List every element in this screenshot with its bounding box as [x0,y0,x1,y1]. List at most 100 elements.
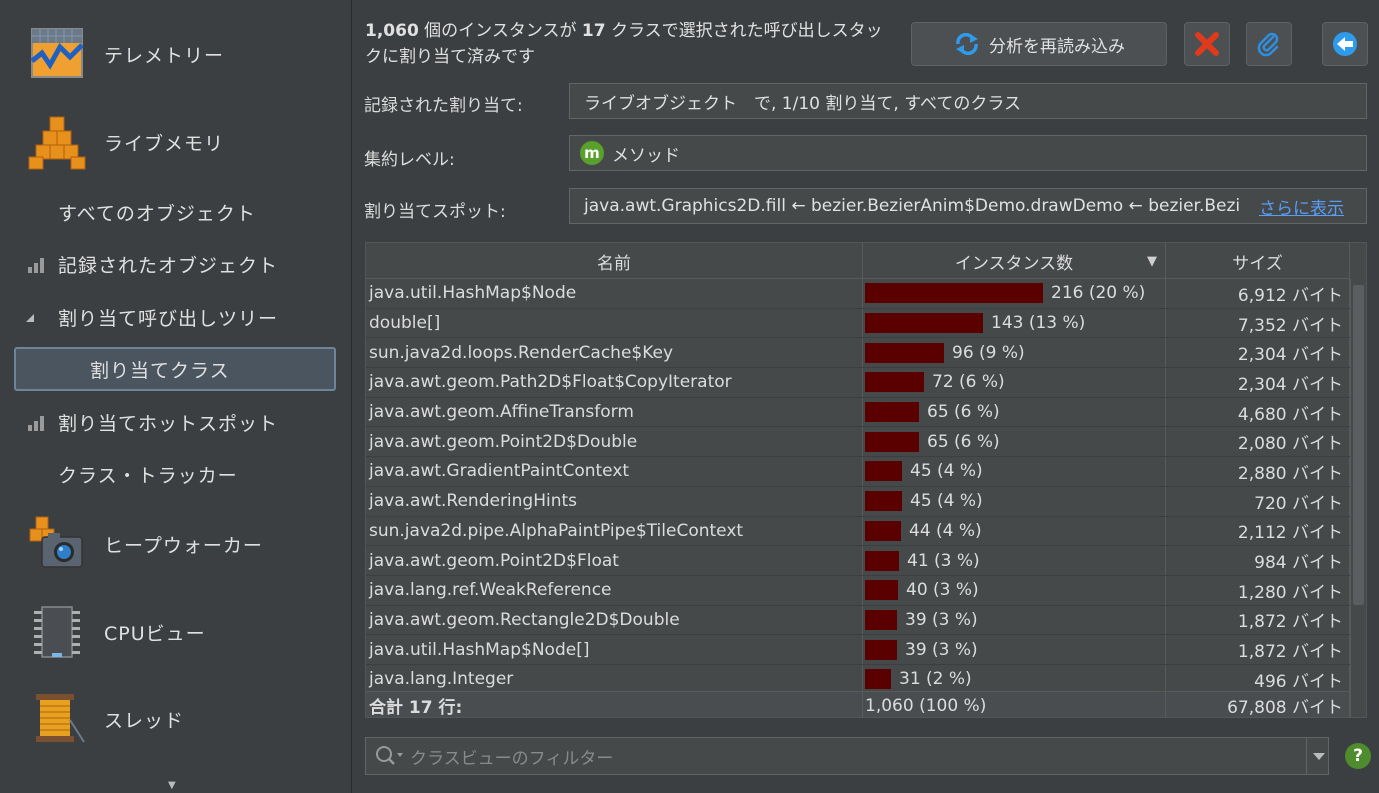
instance-count-bar [865,342,944,363]
back-button[interactable] [1322,22,1368,66]
sidebar-item-heap-walker[interactable]: ヒープウォーカー [0,508,352,580]
table-row[interactable]: java.awt.geom.Path2D$Float$CopyIterator 7… [366,368,1350,398]
recording-bars-icon [28,416,44,431]
instance-count-cell: 143 (13 %) [863,308,1166,338]
table-row[interactable]: java.util.HashMap$Node 216 (20 %) 6,912 バイ… [366,279,1350,309]
vertical-scrollbar[interactable] [1350,279,1366,717]
reload-analysis-button[interactable]: 分析を再読み込み [911,22,1167,66]
sidebar-item-label: 割り当てクラス [90,359,230,382]
sidebar-item-label: クラス・トラッカー [58,464,238,487]
column-header-name[interactable]: 名前 [366,243,863,279]
instance-count-label: 45 (4 %) [910,461,983,482]
class-name-cell: java.awt.geom.AffineTransform [366,397,863,427]
sidebar-item-alloc-hotspots[interactable]: 割り当てホットスポット [0,402,352,442]
chevron-down-icon [1312,753,1325,760]
class-name-cell: java.util.HashMap$Node [366,279,863,308]
sidebar-item-all-objects[interactable]: すべてのオブジェクト [0,192,352,232]
delete-button[interactable] [1184,22,1230,66]
filter-input[interactable]: クラスビューのフィルター [410,744,613,769]
instance-count-label: 65 (6 %) [927,431,1000,452]
instance-count-bar [865,580,898,601]
instance-count-cell: 65 (6 %) [863,427,1166,457]
sidebar-item-alloc-classes[interactable]: 割り当てクラス [14,347,336,391]
instance-count: 1,060 [365,21,419,41]
instance-count-bar [865,431,919,452]
sidebar-item-class-tracker[interactable]: クラス・トラッカー [0,454,352,494]
instance-count-cell: 45 (4 %) [863,457,1166,486]
page-title: 1,060 個のインスタンスが 17 クラスで選択された呼び出しスタックに割り当… [365,18,895,70]
sort-desc-icon: ▼ [1147,253,1157,269]
sidebar-item-label: 記録されたオブジェクト [58,254,279,277]
table-row[interactable]: java.awt.geom.Point2D$Float 41 (3 %) 984 バ… [366,546,1350,576]
table-row[interactable]: java.awt.GradientPaintContext 45 (4 %) 2,8… [366,457,1350,487]
size-cell: 2,880 バイト [1166,457,1350,486]
reload-label: 分析を再読み込み [989,36,1125,57]
sidebar-item-threads[interactable]: スレッド [0,683,352,755]
table-row[interactable]: java.lang.Integer 31 (2 %) 496 バイト [366,664,1350,691]
instance-count-cell: 96 (9 %) [863,338,1166,368]
table-row[interactable]: double[] 143 (13 %) 7,352 バイト [366,308,1350,339]
table-row[interactable]: java.awt.geom.Rectangle2D$Double 39 (3 %)… [366,605,1350,636]
class-filter-box[interactable]: クラスビューのフィルター [365,737,1329,775]
scrollbar-thumb[interactable] [1353,285,1364,605]
column-header-size[interactable]: サイズ [1166,243,1350,279]
sidebar-item-alloc-call-tree[interactable]: 割り当て呼び出しツリー [0,297,352,337]
table-row[interactable]: sun.java2d.loops.RenderCache$Key 96 (9 %)… [366,338,1350,369]
table-row[interactable]: java.awt.RenderingHints 45 (4 %) 720 バイト [366,486,1350,517]
scroll-down-arrow-icon[interactable]: ▼ [168,780,176,791]
telemetry-icon [30,28,84,78]
paperclip-icon [1257,32,1279,57]
recorded-allocations-field[interactable]: ライブオブジェクト で, 1/10 割り当て, すべてのクラス [569,83,1367,119]
instance-count-label: 41 (3 %) [907,550,980,571]
instance-count-label: 72 (6 %) [932,372,1005,393]
size-cell: 1,872 バイト [1166,635,1350,664]
sidebar-item-label: すべてのオブジェクト [58,202,256,225]
size-cell: 2,112 バイト [1166,516,1350,546]
show-more-link[interactable]: さらに表示 [1239,189,1366,223]
instance-count-label: 39 (3 %) [905,609,978,630]
instance-count-label: 40 (3 %) [906,580,979,601]
search-icon [376,746,403,765]
instance-count-cell: 65 (6 %) [863,397,1166,427]
instance-count-bar [865,461,902,482]
filter-dropdown-button[interactable] [1306,738,1330,774]
sidebar-item-label: 割り当てホットスポット [58,412,279,435]
instance-count-cell: 39 (3 %) [863,635,1166,664]
table-row[interactable]: java.lang.ref.WeakReference 40 (3 %) 1,280… [366,575,1350,606]
size-cell: 984 バイト [1166,546,1350,575]
class-name-cell: java.awt.geom.Rectangle2D$Double [366,605,863,635]
sidebar-item-telemetry[interactable]: テレメトリー [0,18,352,90]
total-size: 67,808 バイト [1166,692,1350,717]
size-cell: 2,080 バイト [1166,427,1350,457]
size-cell: 2,304 バイト [1166,368,1350,397]
table-header: 名前 インスタンス数 ▼ サイズ [366,243,1350,279]
sidebar-item-live-memory[interactable]: ライブメモリ [0,106,352,178]
instance-count-bar [865,402,919,423]
class-name-cell: sun.java2d.loops.RenderCache$Key [366,338,863,368]
thread-spool-icon [36,694,85,743]
refresh-icon [956,33,978,55]
sidebar-item-label: ヒープウォーカー [104,534,263,557]
column-header-instances[interactable]: インスタンス数 ▼ [863,243,1166,279]
table-row[interactable]: java.awt.geom.AffineTransform 65 (6 %) 4,6… [366,397,1350,428]
size-cell: 496 バイト [1166,664,1350,691]
instance-count-cell: 45 (4 %) [863,486,1166,516]
instance-count-bar [865,550,899,571]
attach-button[interactable] [1246,22,1292,66]
class-name-cell: sun.java2d.pipe.AlphaPaintPipe$TileConte… [366,516,863,546]
size-cell: 1,872 バイト [1166,605,1350,635]
table-row[interactable]: java.awt.geom.Point2D$Double 65 (6 %) 2,08… [366,427,1350,458]
sidebar-item-recorded-objects[interactable]: 記録されたオブジェクト [0,244,352,284]
instance-count-label: 45 (4 %) [910,491,983,512]
sidebar-item-cpu-view[interactable]: CPUビュー [0,596,352,668]
column-header-label: インスタンス数 [954,253,1074,274]
instance-count-cell: 44 (4 %) [863,516,1166,546]
help-icon[interactable]: ? [1345,743,1371,769]
class-name-cell: java.lang.ref.WeakReference [366,575,863,605]
table-row[interactable]: java.util.HashMap$Node[] 39 (3 %) 1,872 バイ… [366,635,1350,665]
table-row[interactable]: sun.java2d.pipe.AlphaPaintPipe$TileConte… [366,516,1350,547]
aggregation-level-field[interactable]: m メソッド [569,135,1367,171]
size-cell: 2,304 バイト [1166,338,1350,368]
instance-count-bar [865,491,902,512]
instance-count-cell: 216 (20 %) [863,279,1166,308]
